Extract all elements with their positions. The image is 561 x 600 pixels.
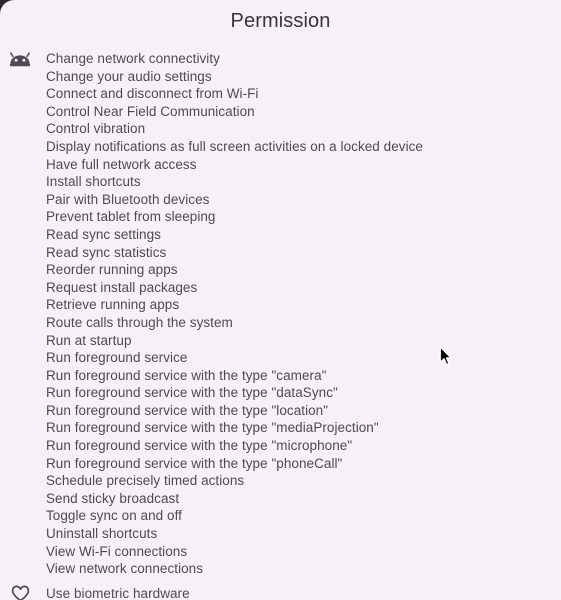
permission-item: Toggle sync on and off	[46, 508, 182, 524]
permission-item: Control Near Field Communication	[46, 103, 255, 119]
permission-item: Route calls through the system	[46, 314, 233, 330]
permission-list: Change network connectivity Change your a…	[0, 50, 561, 600]
permission-item: Read sync settings	[46, 226, 161, 242]
permission-screen: Permission Change network connectivity Ch…	[0, 0, 561, 600]
permission-item: Uninstall shortcuts	[46, 526, 158, 542]
page-title: Permission	[230, 10, 331, 32]
permission-item: Use biometric hardware	[46, 585, 190, 600]
permission-item: Run foreground service	[46, 350, 188, 366]
android-robot-icon	[9, 51, 31, 66]
permission-item: Change network connectivity	[46, 51, 220, 66]
permission-group-items: Change network connectivity Change your a…	[46, 50, 561, 578]
permission-item: Run foreground service with the type "mi…	[46, 438, 353, 454]
permission-item: Read sync statistics	[46, 244, 167, 260]
permission-item: Install shortcuts	[46, 174, 141, 190]
permission-item: Retrieve running apps	[46, 297, 180, 313]
android-robot-icon	[8, 50, 32, 68]
permission-item: Prevent tablet from sleeping	[46, 209, 216, 225]
permission-item: Connect and disconnect from Wi-Fi	[46, 86, 259, 102]
heart-outline-icon	[8, 585, 32, 600]
permission-item: Run foreground service with the type "ca…	[46, 367, 327, 383]
permission-item: View network connections	[46, 561, 204, 577]
permission-item: View Wi-Fi connections	[46, 543, 188, 559]
permission-item: Run foreground service with the type "me…	[46, 420, 379, 436]
permission-item: Control vibration	[46, 121, 146, 137]
permission-group-items: Use biometric hardware	[46, 585, 561, 600]
permission-item: Display notifications as full screen act…	[46, 138, 423, 154]
heart-outline-icon	[11, 585, 29, 600]
permission-item: Reorder running apps	[46, 262, 178, 278]
permission-item: Pair with Bluetooth devices	[46, 191, 210, 207]
permission-item: Run foreground service with the type "ph…	[46, 455, 343, 471]
permission-item: Have full network access	[46, 156, 197, 172]
permission-item: Run foreground service with the type "lo…	[46, 402, 329, 418]
permission-item: Send sticky broadcast	[46, 490, 180, 506]
permission-item: Schedule precisely timed actions	[46, 473, 245, 489]
permission-group: Use biometric hardware	[0, 585, 561, 600]
permission-item: Change your audio settings	[46, 68, 212, 84]
permission-item: Run foreground service with the type "da…	[46, 385, 338, 401]
permission-group: Change network connectivity Change your a…	[0, 50, 561, 578]
permission-item: Run at startup	[46, 332, 132, 348]
permission-item: Request install packages	[46, 279, 198, 295]
